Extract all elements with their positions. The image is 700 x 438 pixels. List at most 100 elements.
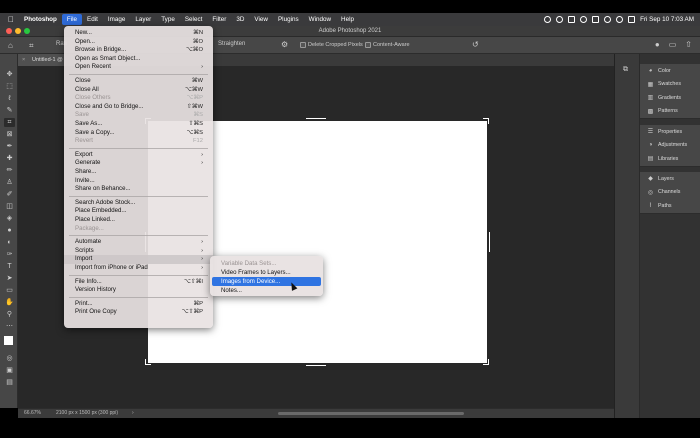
- file-menu-item[interactable]: Close All ⌥⌘W: [64, 86, 213, 95]
- file-menu-item[interactable]: Import ›: [64, 255, 213, 264]
- frame-tool-icon[interactable]: ⊠: [4, 130, 15, 139]
- file-menu-item[interactable]: Save As... ⇧⌘S: [64, 120, 213, 129]
- content-aware-checkbox[interactable]: [365, 42, 371, 48]
- panel-adjustments[interactable]: ◑ Adjustments: [640, 139, 700, 153]
- file-menu-item[interactable]: Close ⌘W: [64, 77, 213, 86]
- zoom-level[interactable]: 66.67%: [24, 409, 41, 418]
- screen-icon[interactable]: [568, 16, 576, 23]
- type-tool-icon[interactable]: T: [4, 262, 15, 271]
- crop-tool-preset-icon[interactable]: ⌗: [29, 41, 34, 51]
- horizontal-scrollbar[interactable]: [278, 412, 464, 415]
- blur-tool-icon[interactable]: ●: [4, 226, 15, 235]
- panel-patterns[interactable]: ▩ Patterns: [640, 105, 700, 119]
- file-menu-item[interactable]: Invite...: [64, 177, 213, 186]
- menu-file[interactable]: File: [61, 14, 83, 25]
- gear-icon[interactable]: ⚙: [281, 40, 288, 49]
- share-icon[interactable]: ⇧: [685, 40, 692, 49]
- eyedropper-tool-icon[interactable]: ✒: [4, 142, 15, 151]
- file-menu-item[interactable]: Version History: [64, 286, 213, 295]
- menu-help[interactable]: Help: [336, 13, 359, 26]
- panel-layers[interactable]: ◆ Layers: [640, 172, 700, 186]
- control-center-icon[interactable]: [628, 16, 636, 23]
- file-menu-item[interactable]: Print... ⌘P: [64, 300, 213, 309]
- file-menu-item[interactable]: Open Recent ›: [64, 63, 213, 72]
- eraser-tool-icon[interactable]: ◫: [4, 202, 15, 211]
- file-menu-item[interactable]: Share on Behance...: [64, 185, 213, 194]
- file-menu-item[interactable]: File Info... ⌥⇧⌘I: [64, 278, 213, 287]
- menu-layer[interactable]: Layer: [130, 13, 156, 26]
- document-dimensions[interactable]: 2100 px x 1500 px (300 ppi): [56, 409, 118, 418]
- file-menu-item[interactable]: Close and Go to Bridge... ⇧⌘W: [64, 103, 213, 112]
- marquee-tool-icon[interactable]: ⬚: [4, 82, 15, 91]
- arrange-icon[interactable]: ▤: [4, 378, 15, 387]
- menu-photoshop[interactable]: Photoshop: [19, 13, 62, 26]
- clock[interactable]: Fri Sep 10 7:03 AM: [640, 16, 694, 23]
- screen-mode-icon[interactable]: ▣: [4, 366, 15, 375]
- zoom-tool-icon[interactable]: ⚲: [4, 310, 15, 319]
- menu-window[interactable]: Window: [304, 13, 336, 26]
- panel-gradients[interactable]: ▥ Gradients: [640, 91, 700, 105]
- file-menu-item[interactable]: Search Adobe Stock...: [64, 199, 213, 208]
- file-menu-item[interactable]: Save ⌘S: [64, 111, 213, 120]
- file-menu-item[interactable]: Scripts ›: [64, 247, 213, 256]
- panel-swatches[interactable]: ▦ Swatches: [640, 78, 700, 92]
- search-icon[interactable]: [616, 16, 624, 23]
- file-menu-item[interactable]: Import from iPhone or iPad ›: [64, 264, 213, 273]
- file-menu-item[interactable]: Place Embedded...: [64, 207, 213, 216]
- crop-handle-bottom-left[interactable]: [145, 359, 151, 365]
- close-tab-icon[interactable]: ×: [22, 54, 25, 66]
- menu-plugins[interactable]: Plugins: [273, 13, 304, 26]
- menu-image[interactable]: Image: [103, 13, 131, 26]
- menu-select[interactable]: Select: [180, 13, 208, 26]
- file-menu-item[interactable]: Print One Copy ⌥⇧⌘P: [64, 308, 213, 317]
- file-menu-item[interactable]: Package...: [64, 225, 213, 234]
- shape-tool-icon[interactable]: ▭: [4, 286, 15, 295]
- bluetooth-icon[interactable]: [580, 16, 588, 23]
- file-menu-item[interactable]: Browse in Bridge... ⌥⌘O: [64, 46, 213, 55]
- brush-tool-icon[interactable]: ✏: [4, 166, 15, 175]
- panel-channels[interactable]: ◎ Channels: [640, 186, 700, 200]
- crop-tool-icon[interactable]: ⌗: [4, 118, 15, 127]
- foreground-color-swatch[interactable]: [4, 336, 13, 345]
- file-menu-item[interactable]: Export ›: [64, 151, 213, 160]
- pen-tool-icon[interactable]: ✑: [4, 250, 15, 259]
- dodge-tool-icon[interactable]: ◐: [4, 238, 15, 247]
- import-submenu-item[interactable]: Variable Data Sets...: [212, 259, 321, 268]
- menu-3d[interactable]: 3D: [231, 13, 249, 26]
- file-menu-item[interactable]: Revert F12: [64, 137, 213, 146]
- menu-edit[interactable]: Edit: [82, 13, 103, 26]
- hand-tool-icon[interactable]: ✋: [4, 298, 15, 307]
- user-icon[interactable]: ●: [655, 40, 660, 49]
- import-submenu-item[interactable]: Images from Device...: [212, 277, 321, 286]
- healing-tool-icon[interactable]: ✚: [4, 154, 15, 163]
- file-menu-item[interactable]: Save a Copy... ⌥⌘S: [64, 129, 213, 138]
- crop-handle-bottom[interactable]: [306, 363, 326, 366]
- quick-mask-icon[interactable]: ◎: [4, 354, 15, 363]
- creative-cloud-icon[interactable]: [556, 16, 564, 23]
- apple-icon[interactable]: : [3, 15, 19, 24]
- menu-view[interactable]: View: [249, 13, 273, 26]
- quick-select-tool-icon[interactable]: ✎: [4, 106, 15, 115]
- wifi-icon[interactable]: [604, 16, 612, 23]
- crop-handle-top-right[interactable]: [483, 118, 489, 124]
- panel-libraries[interactable]: ▤ Libraries: [640, 152, 700, 166]
- panel-properties[interactable]: ☰ Properties: [640, 125, 700, 139]
- file-menu-item[interactable]: Open... ⌘O: [64, 38, 213, 47]
- path-select-icon[interactable]: ➤: [4, 274, 15, 283]
- record-icon[interactable]: [544, 16, 552, 23]
- file-menu-item[interactable]: Close Others ⌥⌘P: [64, 94, 213, 103]
- crop-handle-bottom-right[interactable]: [483, 359, 489, 365]
- lasso-tool-icon[interactable]: ℓ: [4, 94, 15, 103]
- home-icon[interactable]: ⌂: [8, 41, 13, 50]
- paint-bucket-icon[interactable]: ◈: [4, 214, 15, 223]
- history-panel-icon[interactable]: ⧉: [623, 66, 628, 74]
- battery-icon[interactable]: [592, 16, 600, 23]
- stamp-tool-icon[interactable]: ♙: [4, 178, 15, 187]
- reset-icon[interactable]: ↺: [472, 40, 479, 49]
- crop-handle-right[interactable]: [487, 232, 490, 252]
- history-brush-icon[interactable]: ✐: [4, 190, 15, 199]
- file-menu-item[interactable]: Open as Smart Object...: [64, 55, 213, 64]
- file-menu-item[interactable]: Place Linked...: [64, 216, 213, 225]
- import-submenu-item[interactable]: Notes...: [212, 286, 321, 295]
- file-menu-item[interactable]: Automate ›: [64, 238, 213, 247]
